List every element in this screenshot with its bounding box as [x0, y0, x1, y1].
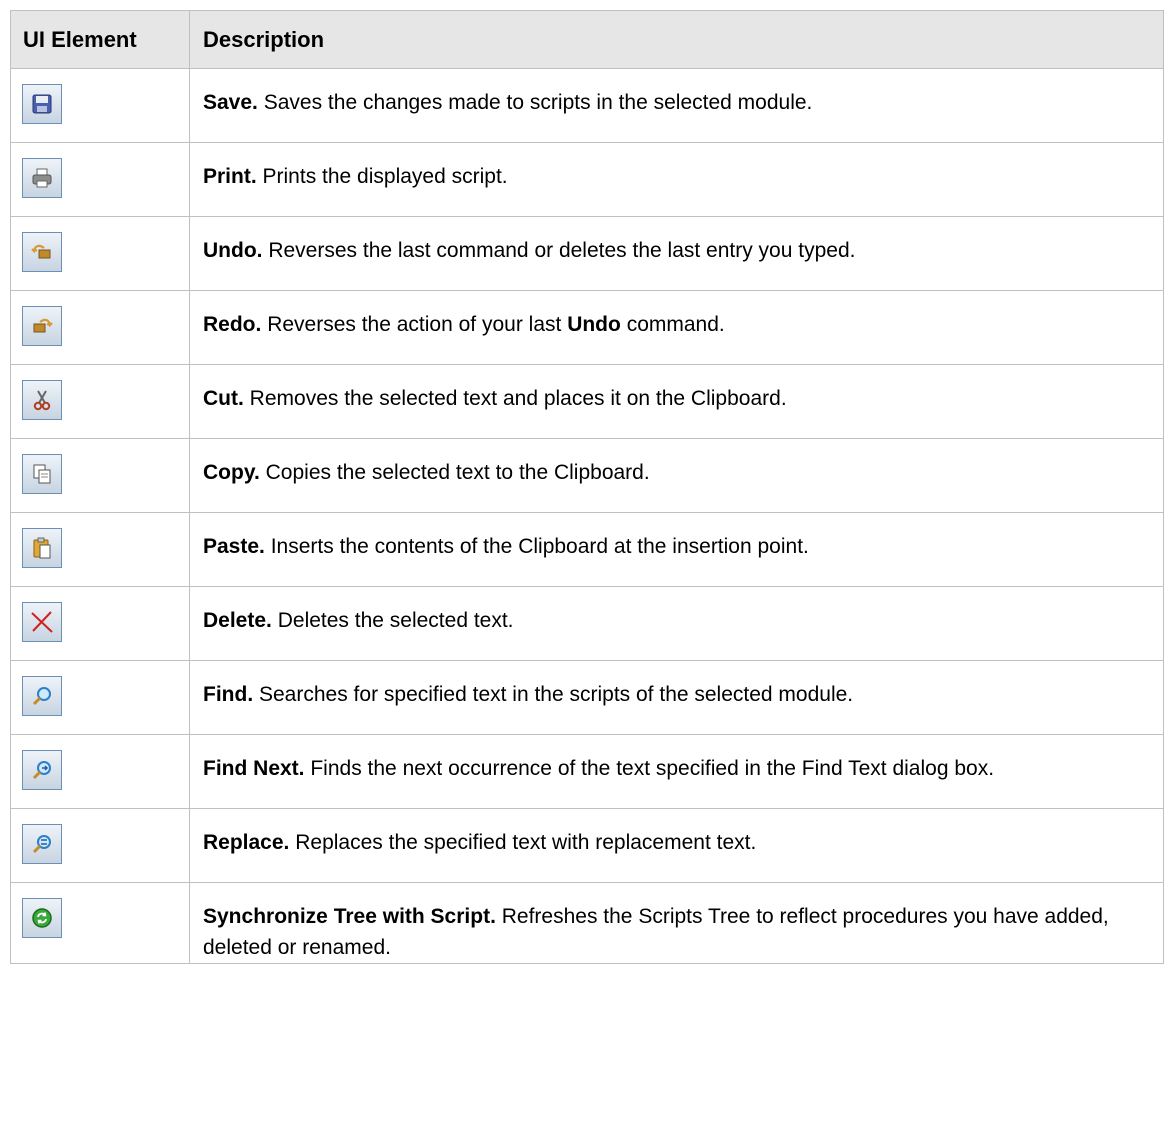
print-icon[interactable] [22, 158, 62, 198]
table-row: Cut. Removes the selected text and place… [10, 364, 1164, 439]
element-description: Replaces the specified text with replace… [295, 831, 757, 854]
element-description: Finds the next occurrence of the text sp… [310, 757, 995, 780]
table-row: Paste. Inserts the contents of the Clipb… [10, 512, 1164, 587]
table-row: Delete. Deletes the selected text. [10, 586, 1164, 661]
element-name: Synchronize Tree with Script. [203, 905, 496, 928]
element-description: Prints the displayed script. [262, 165, 508, 188]
undo-icon[interactable] [22, 232, 62, 272]
header-ui-element: UI Element [10, 10, 190, 69]
table-header-row: UI Element Description [10, 10, 1164, 69]
description-cell: Cut. Removes the selected text and place… [189, 364, 1164, 439]
description-cell: Delete. Deletes the selected text. [189, 586, 1164, 661]
element-description-after: command. [626, 313, 725, 336]
description-cell: Find Next. Finds the next occurrence of … [189, 734, 1164, 809]
element-description: Inserts the contents of the Clipboard at… [270, 535, 809, 558]
table-row: Redo. Reverses the action of your last U… [10, 290, 1164, 365]
description-cell: Synchronize Tree with Script. Refreshes … [189, 882, 1164, 964]
element-name: Copy. [203, 461, 260, 484]
table-row: Copy. Copies the selected text to the Cl… [10, 438, 1164, 513]
copy-icon[interactable] [22, 454, 62, 494]
element-description: Searches for specified text in the scrip… [259, 683, 854, 706]
table-row: Undo. Reverses the last command or delet… [10, 216, 1164, 291]
sync-tree-icon[interactable] [22, 898, 62, 938]
description-cell: Save. Saves the changes made to scripts … [189, 68, 1164, 143]
description-cell: Paste. Inserts the contents of the Clipb… [189, 512, 1164, 587]
find-icon[interactable] [22, 676, 62, 716]
element-description: Saves the changes made to scripts in the… [263, 91, 813, 114]
element-description: Removes the selected text and places it … [249, 387, 787, 410]
element-description: Copies the selected text to the Clipboar… [265, 461, 650, 484]
table-row: Find Next. Finds the next occurrence of … [10, 734, 1164, 809]
description-cell: Copy. Copies the selected text to the Cl… [189, 438, 1164, 513]
ui-elements-table: UI Element Description Save. Saves the c… [10, 10, 1164, 964]
inline-command-name: Undo [567, 313, 621, 336]
element-name: Undo. [203, 239, 263, 262]
description-cell: Undo. Reverses the last command or delet… [189, 216, 1164, 291]
table-row: Save. Saves the changes made to scripts … [10, 68, 1164, 143]
element-description: Deletes the selected text. [277, 609, 514, 632]
replace-icon[interactable] [22, 824, 62, 864]
element-name: Paste. [203, 535, 265, 558]
header-description: Description [189, 10, 1164, 69]
element-name: Replace. [203, 831, 290, 854]
table-row: Replace. Replaces the specified text wit… [10, 808, 1164, 883]
description-cell: Find. Searches for specified text in the… [189, 660, 1164, 735]
element-name: Find Next. [203, 757, 305, 780]
table-row: Print. Prints the displayed script. [10, 142, 1164, 217]
element-name: Print. [203, 165, 257, 188]
table-row: Synchronize Tree with Script. Refreshes … [10, 882, 1164, 964]
element-name: Save. [203, 91, 258, 114]
element-description-before: Reverses the action of your last [267, 313, 562, 336]
element-name: Find. [203, 683, 254, 706]
element-name: Redo. [203, 313, 262, 336]
table-row: Find. Searches for specified text in the… [10, 660, 1164, 735]
element-name: Cut. [203, 387, 244, 410]
description-cell: Replace. Replaces the specified text wit… [189, 808, 1164, 883]
cut-icon[interactable] [22, 380, 62, 420]
element-name: Delete. [203, 609, 272, 632]
element-description: Reverses the last command or deletes the… [268, 239, 856, 262]
find-next-icon[interactable] [22, 750, 62, 790]
paste-icon[interactable] [22, 528, 62, 568]
redo-icon[interactable] [22, 306, 62, 346]
description-cell: Print. Prints the displayed script. [189, 142, 1164, 217]
description-cell: Redo. Reverses the action of your last U… [189, 290, 1164, 365]
save-icon[interactable] [22, 84, 62, 124]
delete-icon[interactable] [22, 602, 62, 642]
